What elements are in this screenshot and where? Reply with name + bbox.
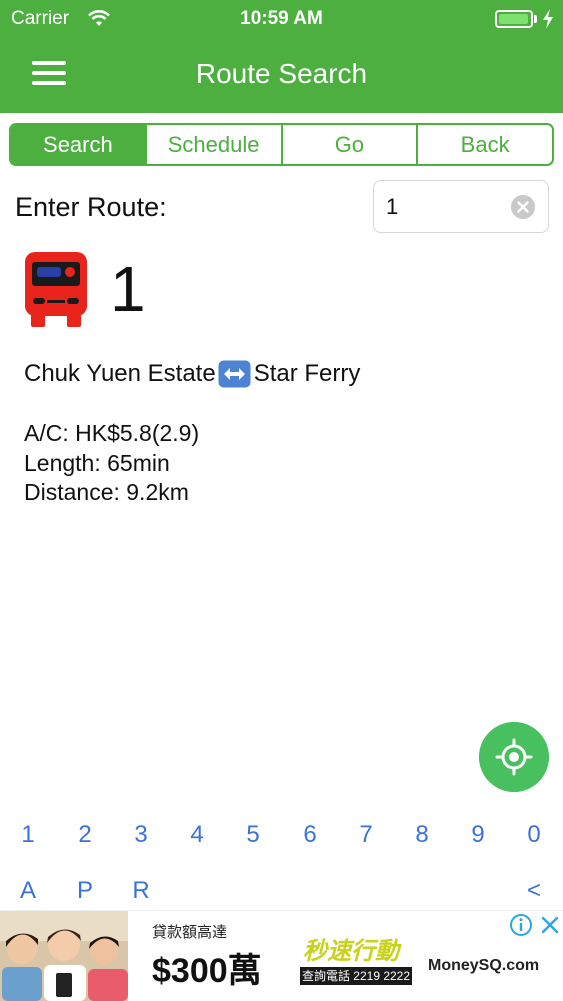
fare-text: A/C: HK$5.8(2.9) bbox=[24, 420, 200, 446]
tab-schedule[interactable]: Schedule bbox=[144, 125, 281, 164]
key-7[interactable]: 7 bbox=[346, 821, 386, 849]
ad-close-icon[interactable] bbox=[538, 913, 562, 937]
charging-icon bbox=[543, 9, 553, 29]
route-origin: Chuk Yuen Estate bbox=[24, 360, 216, 387]
digit-keys: 1 2 3 4 5 6 7 8 9 0 bbox=[0, 821, 563, 857]
key-9[interactable]: 9 bbox=[458, 821, 498, 849]
status-bar: Carrier 10:59 AM bbox=[0, 0, 563, 38]
ad-amount: $300萬 bbox=[152, 952, 262, 990]
locate-button[interactable] bbox=[479, 722, 549, 792]
key-3[interactable]: 3 bbox=[121, 821, 161, 849]
length-text: Length: 65min bbox=[24, 450, 170, 476]
ad-banner[interactable]: 貸款額高達 $300萬 秒速行動 查詢電話 2219 2222 MoneySQ.… bbox=[0, 910, 563, 1001]
key-6[interactable]: 6 bbox=[290, 821, 330, 849]
ad-brand: MoneySQ.com bbox=[428, 957, 540, 974]
top-bar: Carrier 10:59 AM Route Search bbox=[0, 0, 563, 113]
key-a[interactable]: A bbox=[8, 877, 48, 905]
ad-line1: 貸款額高達 bbox=[152, 924, 228, 941]
distance-text: Distance: 9.2km bbox=[24, 479, 189, 505]
route-endpoints: Chuk Yuen Estate Star Ferry bbox=[24, 360, 360, 388]
backspace-key[interactable]: < bbox=[514, 877, 554, 905]
ad-photo bbox=[0, 911, 128, 1001]
key-8[interactable]: 8 bbox=[402, 821, 442, 849]
tab-bar: Search Schedule Go Back bbox=[9, 123, 554, 166]
tab-go[interactable]: Go bbox=[280, 125, 417, 164]
tab-back[interactable]: Back bbox=[416, 125, 552, 164]
left-right-arrow-icon bbox=[218, 360, 251, 388]
battery-icon bbox=[495, 10, 533, 28]
letter-keys: A P R < bbox=[0, 877, 563, 913]
route-input[interactable] bbox=[384, 190, 508, 224]
ad-phone: 查詢電話 2219 2222 bbox=[300, 967, 412, 985]
key-0[interactable]: 0 bbox=[514, 821, 554, 849]
key-5[interactable]: 5 bbox=[233, 821, 273, 849]
route-destination: Star Ferry bbox=[253, 360, 361, 387]
key-1[interactable]: 1 bbox=[8, 821, 48, 849]
route-input-label: Enter Route: bbox=[15, 192, 167, 222]
bus-icon bbox=[25, 252, 87, 327]
route-input-container bbox=[373, 180, 549, 233]
route-number: 1 bbox=[110, 253, 146, 325]
ad-info-icon[interactable] bbox=[509, 913, 533, 937]
clock: 10:59 AM bbox=[240, 8, 323, 29]
key-p[interactable]: P bbox=[65, 877, 105, 905]
page-title: Route Search bbox=[195, 58, 368, 89]
key-2[interactable]: 2 bbox=[65, 821, 105, 849]
ad-slogan: 秒速行動 bbox=[303, 938, 399, 965]
clear-icon[interactable] bbox=[511, 195, 535, 219]
key-4[interactable]: 4 bbox=[177, 821, 217, 849]
key-r[interactable]: R bbox=[121, 877, 161, 905]
battery-tip bbox=[534, 15, 537, 23]
tab-search[interactable]: Search bbox=[11, 125, 145, 164]
